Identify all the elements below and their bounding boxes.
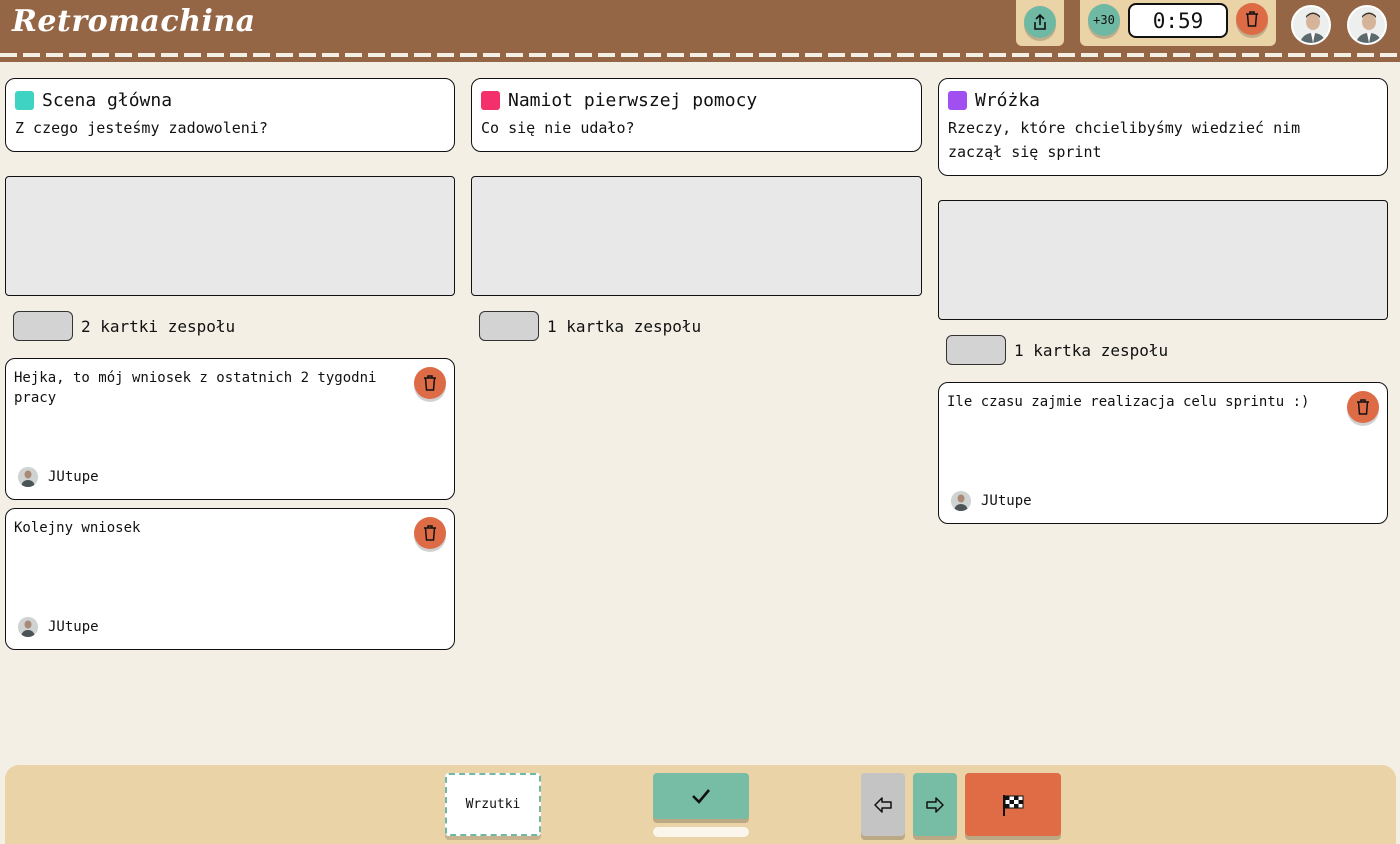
card-author: JUtupe (951, 491, 1032, 511)
avatar[interactable] (1291, 5, 1331, 45)
column-title: Scena główna (42, 89, 173, 111)
share-button[interactable] (1024, 6, 1056, 38)
team-cards-counter: 1 kartka zespołu (479, 311, 701, 341)
column-header-scena-glowna: Scena główna Z czego jesteśmy zadowoleni… (5, 78, 455, 152)
share-icon (1034, 13, 1046, 30)
trash-icon (1246, 11, 1258, 27)
team-cards-counter: 1 kartka zespołu (946, 335, 1168, 365)
retro-card[interactable]: Hejka, to mój wniosek z ostatnich 2 tygo… (5, 358, 455, 500)
card-author-name: JUtupe (48, 469, 99, 485)
avatar[interactable] (1347, 5, 1387, 45)
arrow-right-icon (926, 796, 944, 813)
card-author: JUtupe (18, 617, 99, 637)
delete-card-button[interactable] (414, 517, 446, 549)
column-header-namiot-pierwszej-pomocy: Namiot pierwszej pomocy Co się nie udało… (471, 78, 922, 152)
column-color-swatch (15, 90, 34, 110)
trash-icon (1357, 399, 1369, 415)
column-title: Wróżka (975, 89, 1041, 111)
column-title: Namiot pierwszej pomocy (508, 89, 758, 111)
team-cards-count: 1 kartka zespołu (547, 316, 702, 336)
arrow-left-icon (874, 796, 892, 813)
finish-retro-button[interactable] (965, 773, 1061, 836)
wrzutki-button[interactable]: Wrzutki (445, 773, 541, 836)
column-color-swatch (948, 90, 967, 110)
user-avatar-icon (18, 617, 38, 637)
column-color-swatch (481, 90, 500, 110)
team-cards-toggle[interactable] (479, 311, 539, 341)
delete-card-button[interactable] (414, 367, 446, 399)
trash-icon (424, 525, 436, 541)
header-dashed-divider (0, 53, 1400, 57)
user-avatar-icon (18, 467, 38, 487)
card-input-area[interactable] (471, 176, 922, 296)
column-header-wrozka: Wróżka Rzeczy, które chcielibyśmy wiedzi… (938, 78, 1388, 176)
delete-card-button[interactable] (1347, 391, 1379, 423)
avatar (18, 467, 38, 487)
card-input-area[interactable] (938, 200, 1388, 320)
retro-card[interactable]: Kolejny wniosek JUtupe (5, 508, 455, 650)
wrzutki-label: Wrzutki (465, 797, 521, 812)
card-input-area[interactable] (5, 176, 455, 296)
previous-column-button[interactable] (861, 773, 905, 836)
app-logo: Retromachina (12, 4, 256, 39)
team-cards-count: 1 kartka zespołu (1014, 340, 1169, 360)
next-column-button[interactable] (913, 773, 957, 836)
card-author-name: JUtupe (981, 493, 1032, 509)
column-subtitle: Rzeczy, które chcielibyśmy wiedzieć nim … (948, 119, 1301, 161)
user-avatar-icon (951, 491, 971, 511)
checkered-flag-icon (1003, 794, 1024, 816)
team-cards-counter: 2 kartki zespołu (13, 311, 235, 341)
avatar (18, 617, 38, 637)
timer-display[interactable]: 0:59 (1128, 3, 1228, 38)
card-author-name: JUtupe (48, 619, 99, 635)
ready-button[interactable] (653, 773, 749, 819)
team-cards-toggle[interactable] (946, 335, 1006, 365)
share-panel (1016, 0, 1064, 46)
card-author: JUtupe (18, 467, 99, 487)
check-icon (692, 789, 710, 804)
trash-icon (424, 375, 436, 391)
card-text: Kolejny wniosek (14, 520, 141, 536)
add-30s-label: +30 (1093, 13, 1115, 27)
team-cards-toggle[interactable] (13, 311, 73, 341)
column-subtitle: Z czego jesteśmy zadowoleni? (15, 119, 268, 137)
delete-timer-button[interactable] (1236, 3, 1268, 35)
team-cards-count: 2 kartki zespołu (81, 316, 236, 336)
add-30s-button[interactable]: +30 (1088, 4, 1120, 36)
ready-progress-bar (653, 827, 749, 837)
avatar (951, 491, 971, 511)
column-subtitle: Co się nie udało? (481, 119, 635, 137)
card-text: Hejka, to mój wniosek z ostatnich 2 tygo… (14, 370, 385, 406)
retro-card[interactable]: Ile czasu zajmie realizacja celu sprintu… (938, 382, 1388, 524)
card-text: Ile czasu zajmie realizacja celu sprintu… (947, 394, 1310, 410)
